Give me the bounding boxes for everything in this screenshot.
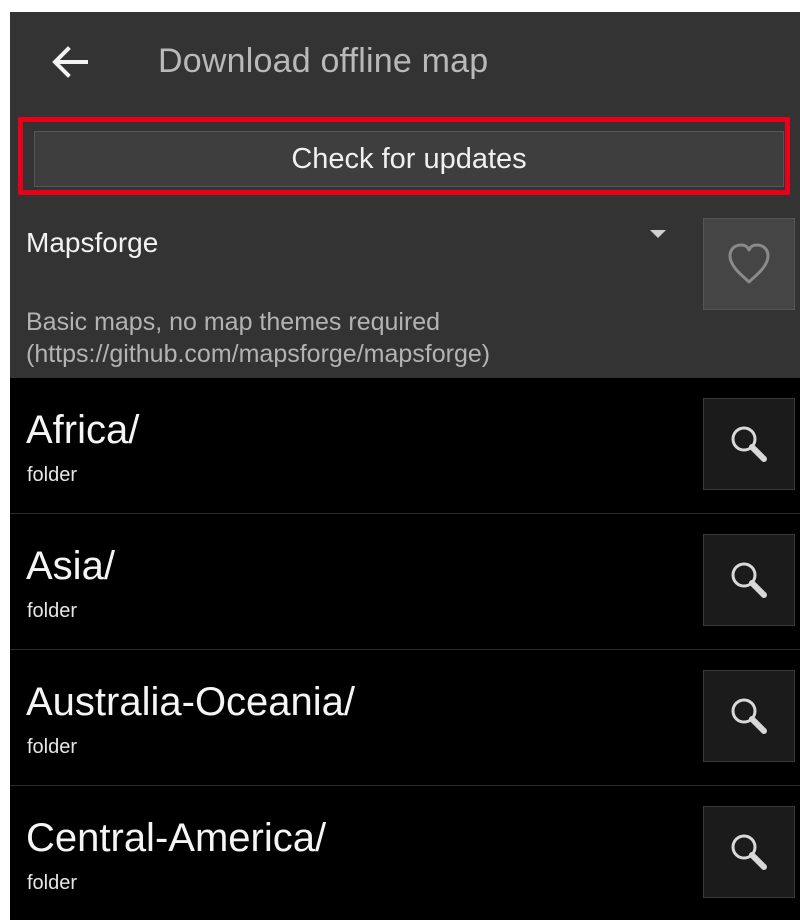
folder-list: Africa/ folder Asia/ folder Australia-Oc… — [10, 378, 800, 920]
magnifier-icon — [731, 698, 767, 734]
app-bar: Download offline map — [10, 12, 800, 110]
map-source-label: Mapsforge — [26, 227, 159, 258]
item-type: folder — [27, 464, 78, 486]
item-type: folder — [27, 872, 78, 894]
page-title: Download offline map — [158, 42, 489, 80]
map-source-dropdown[interactable]: Mapsforge — [10, 215, 680, 275]
description-line: Basic maps, no map themes required — [26, 308, 441, 336]
magnifier-icon — [731, 426, 767, 462]
list-item[interactable]: Asia/ folder — [10, 514, 800, 650]
item-name: Australia-Oceania/ — [26, 680, 356, 724]
arrow-left-icon — [52, 46, 88, 78]
heart-icon — [728, 243, 770, 284]
item-name: Africa/ — [26, 408, 140, 452]
map-source-header: Check for updates Mapsforge Basic maps, … — [10, 110, 800, 378]
item-type: folder — [27, 600, 78, 622]
search-button[interactable] — [703, 806, 795, 898]
search-button[interactable] — [703, 670, 795, 762]
list-item[interactable]: Africa/ folder — [10, 378, 800, 514]
app-screen: Download offline map Check for updates M… — [10, 12, 800, 920]
magnifier-icon — [731, 834, 767, 870]
search-button[interactable] — [703, 534, 795, 626]
magnifier-icon — [731, 562, 767, 598]
list-item[interactable]: Central-America/ folder — [10, 786, 800, 920]
item-type: folder — [27, 736, 78, 758]
caret-down-icon — [650, 230, 666, 238]
description-line: (https://github.com/mapsforge/mapsforge) — [26, 340, 491, 368]
search-button[interactable] — [703, 398, 795, 490]
list-item[interactable]: Australia-Oceania/ folder — [10, 650, 800, 786]
check-for-updates-button[interactable]: Check for updates — [34, 131, 784, 187]
map-source-description: Basic maps, no map themes required (http… — [26, 306, 490, 370]
highlight-box: Check for updates — [18, 117, 790, 195]
back-button[interactable] — [48, 40, 92, 84]
item-name: Central-America/ — [26, 816, 327, 860]
favorite-button[interactable] — [703, 218, 795, 310]
item-name: Asia/ — [26, 544, 115, 588]
